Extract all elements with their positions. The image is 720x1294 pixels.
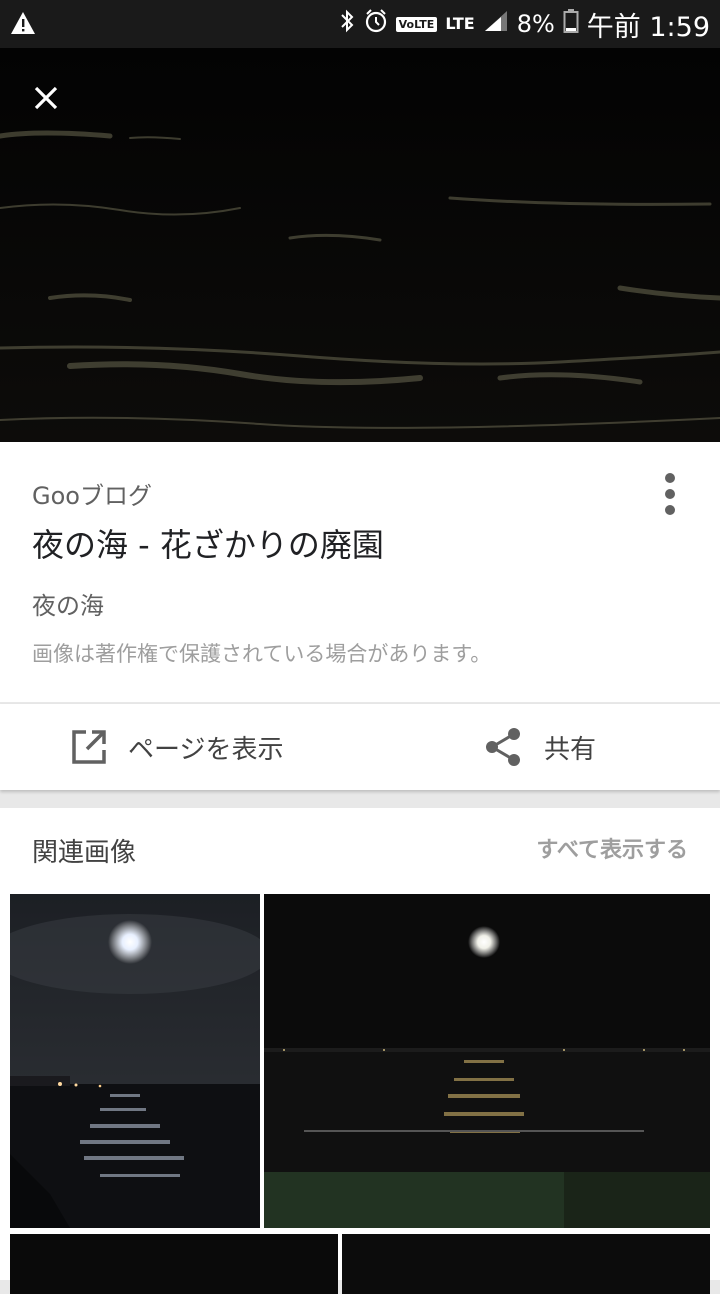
image-subtitle: 夜の海 [32, 592, 104, 620]
close-button[interactable] [22, 74, 70, 122]
more-vert-icon [665, 473, 675, 515]
related-images-section: 関連画像 すべて表示する [0, 808, 720, 1294]
related-image-thumbnail[interactable] [10, 1234, 338, 1294]
related-image-thumbnail[interactable] [264, 894, 710, 1228]
open-in-new-icon [72, 730, 106, 764]
night-sea-image [0, 48, 720, 442]
signal-icon [483, 9, 509, 39]
share-button[interactable]: 共有 [484, 704, 596, 790]
network-type: LTE [445, 14, 475, 33]
share-label: 共有 [544, 734, 597, 765]
battery-percent: 8% [516, 10, 555, 38]
status-bar: VoLTE LTE 8% 午前 1:59 [0, 0, 720, 48]
related-image-thumbnail[interactable] [10, 894, 260, 1228]
warning-icon [10, 10, 36, 36]
moon-over-sea-image [10, 894, 260, 1228]
related-images-title: 関連画像 [32, 838, 137, 868]
alarm-icon [364, 8, 388, 40]
visit-page-button[interactable]: ページを表示 [70, 704, 283, 790]
share-icon [486, 728, 520, 766]
moon-over-harbor-image [264, 894, 710, 1228]
main-image[interactable] [0, 48, 720, 442]
more-options-button[interactable] [646, 468, 694, 520]
copyright-notice: 画像は著作権で保護されている場合があります。 [32, 642, 492, 666]
image-title[interactable]: 夜の海 - 花ざかりの廃園 [32, 520, 384, 566]
visit-page-label: ページを表示 [128, 734, 284, 765]
image-info-card: Gooブログ 夜の海 - 花ざかりの廃園 夜の海 画像は著作権で保護されている場… [0, 442, 720, 702]
source-site: Gooブログ [32, 482, 152, 510]
clock: 午前 1:59 [586, 11, 710, 43]
related-image-thumbnail[interactable] [342, 1234, 710, 1294]
volte-badge: VoLTE [395, 16, 438, 32]
battery-icon [563, 8, 579, 40]
close-icon [34, 86, 58, 110]
see-all-link[interactable]: すべて表示する [536, 832, 688, 864]
bluetooth-icon [338, 8, 356, 40]
action-bar: ページを表示 共有 [0, 704, 720, 790]
